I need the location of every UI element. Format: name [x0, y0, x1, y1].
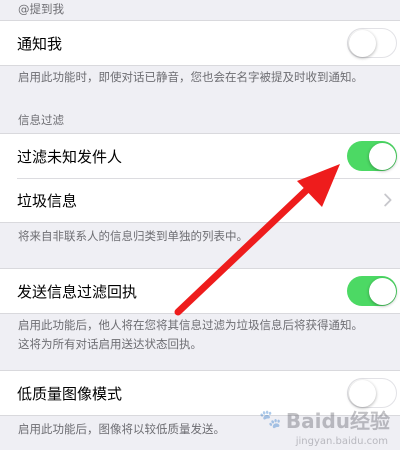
send-receipt-toggle[interactable]: [347, 276, 397, 306]
baidu-watermark: 🐾 Baidu经验 jingyan.baidu.com: [259, 405, 390, 447]
toggle-knob: [368, 277, 396, 305]
junk-row[interactable]: 垃圾信息: [0, 178, 400, 222]
toggle-knob: [349, 29, 376, 57]
watermark-subtext: jingyan.baidu.com: [295, 436, 388, 447]
junk-label: 垃圾信息: [17, 191, 78, 210]
filter-note: 将来自非联系人的信息归类到单独的列表中。: [18, 229, 248, 243]
chevron-right-icon: [384, 193, 392, 207]
send-receipt-row[interactable]: 发送信息过滤回执: [0, 269, 400, 313]
receipt-note-2: 这将为所有对话启用送达状态回执。: [18, 337, 202, 351]
settings-group-receipt: 发送信息过滤回执: [0, 268, 400, 314]
notify-me-row[interactable]: 通知我: [0, 21, 400, 65]
filter-unknown-row[interactable]: 过滤未知发件人: [0, 134, 400, 178]
toggle-knob: [368, 142, 396, 170]
notify-me-note: 启用此功能时，即使对话已静音，您也会在名字被提及时收到通知。: [18, 70, 363, 84]
low-quality-label: 低质量图像模式: [17, 384, 123, 403]
paw-logo-icon: 🐾: [259, 409, 282, 430]
section-header-filter: 信息过滤: [18, 113, 64, 127]
toggle-knob: [349, 379, 376, 407]
settings-group-mention: 通知我: [0, 20, 400, 66]
notify-me-toggle[interactable]: [347, 28, 397, 58]
send-receipt-label: 发送信息过滤回执: [17, 282, 138, 301]
low-quality-toggle[interactable]: [347, 378, 397, 408]
settings-group-filter: 过滤未知发件人 垃圾信息: [0, 133, 400, 223]
notify-me-label: 通知我: [17, 34, 63, 53]
receipt-note-1: 启用此功能后，他人将在您将其信息过滤为垃圾信息后将获得通知。: [18, 318, 363, 332]
section-header-mention: @提到我: [18, 2, 64, 16]
filter-unknown-label: 过滤未知发件人: [17, 147, 123, 166]
watermark-text: Baidu经验: [285, 409, 390, 433]
filter-unknown-toggle[interactable]: [347, 141, 397, 171]
